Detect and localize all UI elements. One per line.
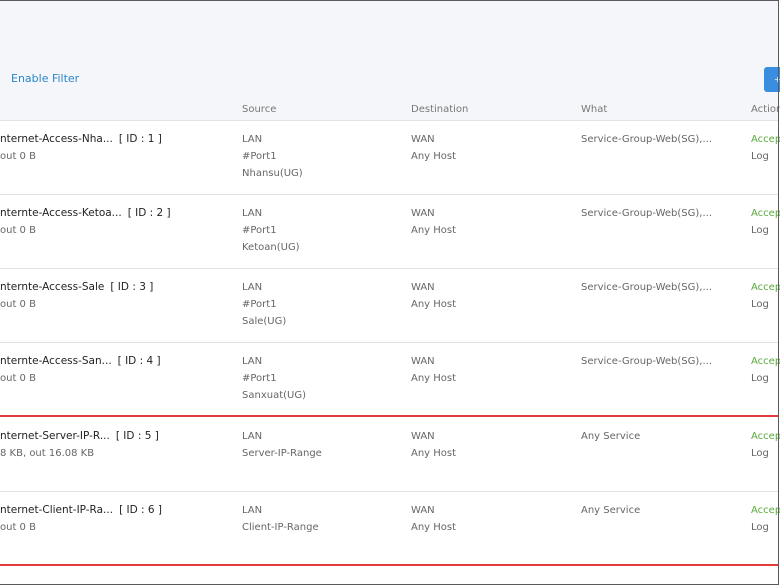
- rule-source-item: Nhansu(UG): [242, 168, 303, 179]
- rule-name[interactable]: nternet-Server-IP-R... [ ID : 5 ]: [0, 428, 159, 445]
- rule-action: Accept: [751, 505, 780, 516]
- rule-source-item: Sale(UG): [242, 316, 287, 327]
- rule-name-text[interactable]: nternte-Access-San...: [0, 355, 112, 367]
- rule-name-text[interactable]: nternet-Access-Nha...: [0, 133, 113, 145]
- rule-traffic: out 0 B: [0, 225, 36, 236]
- rule-row[interactable]: nternte-Access-Ketoa... [ ID : 2 ] out 0 B…: [0, 195, 780, 269]
- rule-id: [ ID : 4 ]: [117, 355, 161, 367]
- column-header-action: Action: [751, 104, 780, 115]
- rule-traffic: out 0 B: [0, 373, 36, 384]
- rule-row[interactable]: nternte-Access-San... [ ID : 4 ] out 0 B LA…: [0, 343, 780, 417]
- add-rule-label: +: [774, 75, 780, 84]
- rule-log: Log: [751, 225, 769, 236]
- rule-log: Log: [751, 522, 769, 533]
- column-header-destination: Destination: [411, 104, 469, 115]
- rule-id: [ ID : 1 ]: [118, 133, 162, 145]
- rule-action: Accept: [751, 134, 780, 145]
- rule-traffic: out 0 B: [0, 299, 36, 310]
- rule-traffic: 8 KB, out 16.08 KB: [0, 448, 95, 459]
- rule-destination-item: Any Host: [411, 299, 457, 310]
- rule-id: [ ID : 6 ]: [119, 504, 163, 516]
- rule-source-item: LAN: [242, 208, 263, 219]
- rule-source-item: #Port1: [242, 151, 277, 162]
- rule-log: Log: [751, 299, 769, 310]
- rule-name-text[interactable]: nternte-Access-Sale: [0, 281, 104, 293]
- rule-source-item: LAN: [242, 134, 263, 145]
- rule-action: Accept: [751, 356, 780, 367]
- rule-action: Accept: [751, 431, 780, 442]
- rule-destination-item: Any Host: [411, 225, 457, 236]
- rule-source-item: Client-IP-Range: [242, 522, 319, 533]
- rule-row[interactable]: nternet-Access-Nha... [ ID : 1 ] out 0 B LA…: [0, 121, 780, 195]
- rule-log: Log: [751, 151, 769, 162]
- rule-what: Service-Group-Web(SG),...: [581, 134, 712, 145]
- rule-destination-item: WAN: [411, 356, 435, 367]
- rule-source-item: #Port1: [242, 299, 277, 310]
- rule-destination-item: Any Host: [411, 151, 457, 162]
- rule-name[interactable]: nternet-Client-IP-Ra... [ ID : 6 ]: [0, 502, 162, 519]
- rule-name-text[interactable]: nternet-Server-IP-R...: [0, 430, 110, 442]
- rule-source-item: LAN: [242, 431, 263, 442]
- rule-what: Any Service: [581, 431, 641, 442]
- rule-id: [ ID : 2 ]: [127, 207, 171, 219]
- rule-destination-item: Any Host: [411, 522, 457, 533]
- enable-filter-link[interactable]: Enable Filter: [11, 72, 79, 85]
- rule-traffic: out 0 B: [0, 522, 36, 533]
- rule-log: Log: [751, 448, 769, 459]
- rule-what: Service-Group-Web(SG),...: [581, 208, 712, 219]
- rule-source-item: Server-IP-Range: [242, 448, 322, 459]
- rule-destination-item: WAN: [411, 505, 435, 516]
- rule-source-item: Ketoan(UG): [242, 242, 300, 253]
- rule-traffic: out 0 B: [0, 151, 36, 162]
- rule-name[interactable]: nternet-Access-Nha... [ ID : 1 ]: [0, 131, 162, 148]
- add-rule-button[interactable]: +: [764, 67, 780, 92]
- rule-action: Accept: [751, 282, 780, 293]
- rule-id: [ ID : 3 ]: [110, 281, 154, 293]
- rule-destination-item: WAN: [411, 134, 435, 145]
- rule-what: Any Service: [581, 505, 641, 516]
- rule-log: Log: [751, 373, 769, 384]
- rule-row[interactable]: nternet-Server-IP-R... [ ID : 5 ] 8 KB, ou…: [0, 418, 780, 492]
- rule-row[interactable]: nternte-Access-Sale [ ID : 3 ] out 0 B LAN #…: [0, 269, 780, 343]
- toolbar: Enable Filter + Source Destination What …: [0, 1, 780, 121]
- rule-source-item: Sanxuat(UG): [242, 390, 306, 401]
- rule-source-item: LAN: [242, 505, 263, 516]
- rule-destination-item: Any Host: [411, 373, 457, 384]
- rule-source-item: #Port1: [242, 373, 277, 384]
- rule-destination-item: WAN: [411, 282, 435, 293]
- rule-source-item: LAN: [242, 282, 263, 293]
- rule-name[interactable]: nternte-Access-Sale [ ID : 3 ]: [0, 279, 153, 296]
- rule-name[interactable]: nternte-Access-Ketoa... [ ID : 2 ]: [0, 205, 171, 222]
- rule-name-text[interactable]: nternet-Client-IP-Ra...: [0, 504, 113, 516]
- rule-row[interactable]: nternet-Client-IP-Ra... [ ID : 6 ] out 0 B…: [0, 492, 780, 566]
- rule-name-text[interactable]: nternte-Access-Ketoa...: [0, 207, 122, 219]
- rule-action: Accept: [751, 208, 780, 219]
- column-header-what: What: [581, 104, 608, 115]
- rule-destination-item: WAN: [411, 208, 435, 219]
- rule-what: Service-Group-Web(SG),...: [581, 282, 712, 293]
- column-header-source: Source: [242, 104, 277, 115]
- rule-destination-item: Any Host: [411, 448, 457, 459]
- rule-name[interactable]: nternte-Access-San... [ ID : 4 ]: [0, 353, 161, 370]
- rule-destination-item: WAN: [411, 431, 435, 442]
- rule-what: Service-Group-Web(SG),...: [581, 356, 712, 367]
- rule-id: [ ID : 5 ]: [115, 430, 159, 442]
- rule-source-item: #Port1: [242, 225, 277, 236]
- rule-source-item: LAN: [242, 356, 263, 367]
